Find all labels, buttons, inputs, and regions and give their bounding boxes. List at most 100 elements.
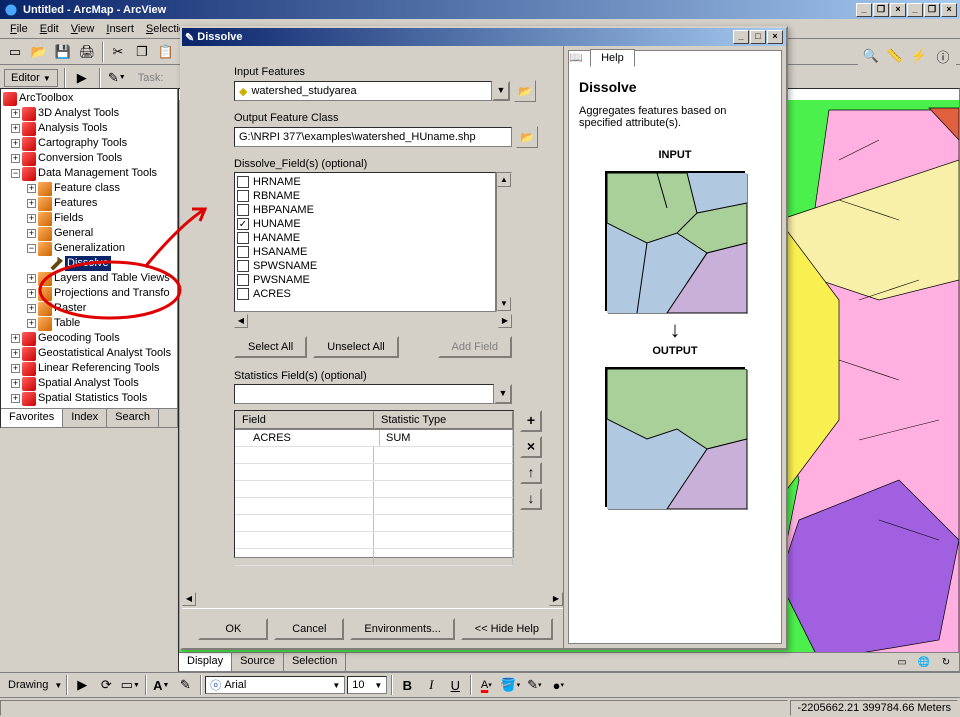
list-item[interactable]: RBNAME: [237, 189, 493, 203]
checkbox[interactable]: [237, 246, 249, 258]
stats-dropdown-icon[interactable]: ▼: [494, 384, 512, 404]
layout-view-icon[interactable]: ▭: [893, 654, 911, 670]
tree-item[interactable]: 3D Analyst Tools: [38, 106, 119, 121]
restore-button-2[interactable]: ❐: [924, 3, 940, 17]
expander[interactable]: +: [27, 229, 36, 238]
tree-root[interactable]: ArcToolbox: [19, 91, 73, 106]
expander[interactable]: +: [27, 199, 36, 208]
dialog-close-button[interactable]: ×: [767, 30, 783, 44]
open-icon[interactable]: 📂: [28, 41, 50, 63]
hyperlink-icon[interactable]: ⚡: [908, 45, 930, 67]
sketch-icon[interactable]: ✎▼: [106, 67, 128, 89]
expander[interactable]: +: [27, 304, 36, 313]
pointer-icon[interactable]: ▶: [71, 67, 93, 89]
toolbox-tree[interactable]: ArcToolbox +3D Analyst Tools + Analysis T…: [1, 89, 177, 408]
expander[interactable]: +: [11, 364, 20, 373]
list-item[interactable]: ACRES: [237, 287, 493, 301]
expander[interactable]: −: [11, 169, 20, 178]
add-field-button[interactable]: Add Field: [438, 336, 512, 358]
scroll-up-icon[interactable]: ▲: [497, 173, 511, 187]
list-item[interactable]: SPWSNAME: [237, 259, 493, 273]
help-tab[interactable]: Help: [590, 49, 635, 67]
move-down-icon[interactable]: ↓: [520, 488, 542, 510]
checkbox[interactable]: [237, 176, 249, 188]
expander[interactable]: +: [27, 319, 36, 328]
expander[interactable]: +: [27, 274, 36, 283]
checkbox[interactable]: ✓: [237, 218, 249, 230]
tree-item[interactable]: Spatial Analyst Tools: [38, 376, 139, 391]
marker-color-icon[interactable]: ●▾: [547, 674, 569, 696]
list-item[interactable]: HBPANAME: [237, 203, 493, 217]
scroll-down-icon[interactable]: ▼: [497, 297, 511, 311]
list-item[interactable]: HSANAME: [237, 245, 493, 259]
checkbox[interactable]: [237, 190, 249, 202]
statistics-table[interactable]: Field Statistic Type ACRES SUM: [234, 410, 514, 558]
drawing-label[interactable]: Drawing: [4, 677, 52, 693]
tree-item[interactable]: Cartography Tools: [38, 136, 127, 151]
list-item[interactable]: HRNAME: [237, 175, 493, 189]
print-icon[interactable]: 🖨: [76, 41, 98, 63]
list-item[interactable]: ✓HUNAME: [237, 217, 493, 231]
close-button-2[interactable]: ×: [941, 3, 957, 17]
save-icon[interactable]: 💾: [52, 41, 74, 63]
remove-row-icon[interactable]: ×: [520, 436, 542, 458]
output-fc-field[interactable]: [234, 127, 512, 147]
hscroll-left-icon[interactable]: ◀: [182, 592, 196, 606]
menu-edit[interactable]: Edit: [34, 21, 65, 37]
stat-col-field[interactable]: Field: [235, 411, 374, 429]
close-button[interactable]: ×: [890, 3, 906, 17]
scroll-left-icon[interactable]: ◀: [234, 314, 248, 328]
tree-item[interactable]: Data Management Tools: [38, 166, 157, 181]
minimize-button-2[interactable]: _: [907, 3, 923, 17]
move-up-icon[interactable]: ↑: [520, 462, 542, 484]
dialog-maximize-button[interactable]: □: [750, 30, 766, 44]
tree-item[interactable]: Geostatistical Analyst Tools: [38, 346, 171, 361]
draw-tool-icon[interactable]: ▭▼: [119, 674, 141, 696]
menu-view[interactable]: View: [65, 21, 101, 37]
tree-item[interactable]: Geocoding Tools: [38, 331, 120, 346]
tree-item[interactable]: Feature class: [54, 181, 120, 196]
dialog-titlebar[interactable]: ✎ Dissolve _ □ ×: [182, 28, 786, 46]
find-icon[interactable]: 🔍: [860, 45, 882, 67]
ok-button[interactable]: OK: [198, 618, 268, 640]
expander[interactable]: +: [11, 379, 20, 388]
refresh-icon[interactable]: ↻: [937, 654, 955, 670]
list-item[interactable]: HANAME: [237, 231, 493, 245]
data-view-icon[interactable]: 🌐: [915, 654, 933, 670]
tree-item[interactable]: Projections and Transfo: [54, 286, 170, 301]
tree-item[interactable]: Analysis Tools: [38, 121, 108, 136]
add-row-icon[interactable]: +: [520, 410, 542, 432]
input-dropdown-icon[interactable]: ▼: [492, 81, 510, 101]
measure-icon[interactable]: 📏: [884, 45, 906, 67]
restore-button[interactable]: ❐: [873, 3, 889, 17]
expander[interactable]: +: [11, 139, 20, 148]
checkbox[interactable]: [237, 288, 249, 300]
tab-favorites[interactable]: Favorites: [1, 409, 63, 427]
expander[interactable]: +: [27, 214, 36, 223]
menu-file[interactable]: File: [4, 21, 34, 37]
input-features-field[interactable]: ◆watershed_studyarea: [234, 81, 492, 101]
expander[interactable]: +: [11, 349, 20, 358]
tree-item[interactable]: Fields: [54, 211, 83, 226]
paste-icon[interactable]: 📋: [155, 41, 177, 63]
cut-icon[interactable]: ✂: [107, 41, 129, 63]
tab-source[interactable]: Source: [232, 653, 284, 671]
select-all-button[interactable]: Select All: [234, 336, 307, 358]
list-item[interactable]: PWSNAME: [237, 273, 493, 287]
tab-search[interactable]: Search: [107, 409, 159, 427]
tab-index[interactable]: Index: [63, 409, 107, 427]
tree-item[interactable]: Layers and Table Views: [54, 271, 170, 286]
stat-col-type[interactable]: Statistic Type: [374, 411, 513, 429]
expander[interactable]: +: [11, 334, 20, 343]
rotate-tool-icon[interactable]: ⟳: [95, 674, 117, 696]
new-icon[interactable]: ▭: [4, 41, 26, 63]
checkbox[interactable]: [237, 204, 249, 216]
text-tool-icon[interactable]: A▼: [150, 674, 172, 696]
environments-button[interactable]: Environments...: [350, 618, 454, 640]
italic-button[interactable]: I: [420, 674, 442, 696]
checkbox[interactable]: [237, 260, 249, 272]
scroll-right-icon[interactable]: ▶: [498, 314, 512, 328]
tree-item[interactable]: Table: [54, 316, 80, 331]
expander[interactable]: −: [27, 244, 36, 253]
dissolve-fields-listbox[interactable]: HRNAMERBNAMEHBPANAME✓HUNAMEHANAMEHSANAME…: [234, 172, 496, 312]
